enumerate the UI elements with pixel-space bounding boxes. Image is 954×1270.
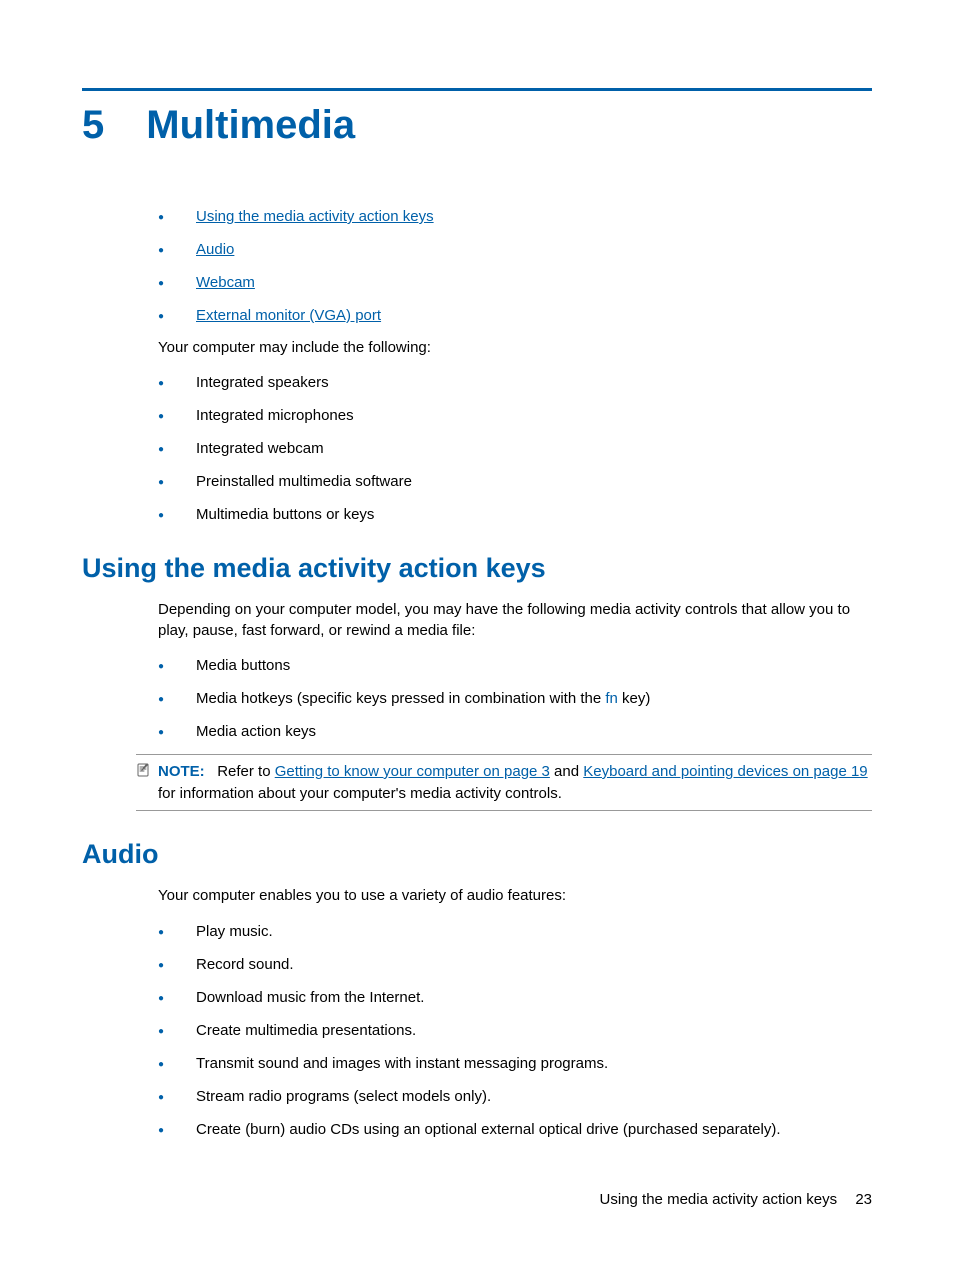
note-link-keyboard[interactable]: Keyboard and pointing devices on page 19	[583, 763, 867, 780]
bullet-icon: ●	[158, 310, 196, 324]
note-block: NOTE: Refer to Getting to know your comp…	[136, 754, 872, 812]
list-item: ●Media action keys	[158, 721, 872, 742]
list-item: ●Using the media activity action keys	[158, 206, 872, 227]
list-item: ●Preinstalled multimedia software	[158, 471, 872, 492]
intro-paragraph: Your computer may include the following:	[158, 338, 872, 358]
list-item: ●Integrated webcam	[158, 438, 872, 459]
list-item: ●Media buttons	[158, 655, 872, 676]
bullet-icon: ●	[158, 244, 196, 258]
bullet-icon: ●	[158, 377, 196, 391]
list-item: ●Stream radio programs (select models on…	[158, 1086, 872, 1107]
list-item: ●Play music.	[158, 921, 872, 942]
list-item: ●Create multimedia presentations.	[158, 1020, 872, 1041]
chapter-heading: 5 Multimedia	[82, 103, 872, 148]
bullet-icon: ●	[158, 509, 196, 523]
toc-link[interactable]: Webcam	[196, 274, 255, 291]
list-item: ●Webcam	[158, 272, 872, 293]
chapter-number: 5	[82, 103, 104, 148]
bullet-icon: ●	[158, 1058, 196, 1072]
audio-features-list: ●Play music. ●Record sound. ●Download mu…	[158, 921, 872, 1140]
list-item: ●External monitor (VGA) port	[158, 305, 872, 326]
section-heading-audio: Audio	[82, 839, 872, 870]
bullet-icon: ●	[158, 726, 196, 740]
list-item: ●Integrated speakers	[158, 372, 872, 393]
toc-link-list: ●Using the media activity action keys ●A…	[158, 206, 872, 326]
list-item: ●Media hotkeys (specific keys pressed in…	[158, 688, 872, 709]
list-item: ●Download music from the Internet.	[158, 987, 872, 1008]
intro-feature-list: ●Integrated speakers ●Integrated microph…	[158, 372, 872, 525]
bullet-icon: ●	[158, 476, 196, 490]
bullet-icon: ●	[158, 926, 196, 940]
footer-section-title: Using the media activity action keys	[600, 1191, 838, 1208]
page-footer: Using the media activity action keys 23	[600, 1191, 872, 1208]
bullet-icon: ●	[158, 1025, 196, 1039]
note-label: NOTE:	[158, 763, 205, 780]
bullet-icon: ●	[158, 1124, 196, 1138]
toc-link[interactable]: Audio	[196, 241, 234, 258]
bullet-icon: ●	[158, 660, 196, 674]
note-icon	[136, 762, 158, 806]
section2-paragraph: Your computer enables you to use a varie…	[158, 886, 872, 906]
list-item: ●Transmit sound and images with instant …	[158, 1053, 872, 1074]
media-controls-list: ●Media buttons ●Media hotkeys (specific …	[158, 655, 872, 742]
footer-page-number: 23	[855, 1191, 872, 1208]
toc-link[interactable]: Using the media activity action keys	[196, 208, 434, 225]
bullet-icon: ●	[158, 693, 196, 707]
bullet-icon: ●	[158, 410, 196, 424]
toc-link[interactable]: External monitor (VGA) port	[196, 307, 381, 324]
section1-paragraph: Depending on your computer model, you ma…	[158, 600, 872, 641]
note-link-getting-to-know[interactable]: Getting to know your computer on page 3	[275, 763, 550, 780]
list-item: ●Audio	[158, 239, 872, 260]
list-item: ●Record sound.	[158, 954, 872, 975]
bullet-icon: ●	[158, 211, 196, 225]
list-item: ●Integrated microphones	[158, 405, 872, 426]
bullet-icon: ●	[158, 959, 196, 973]
bullet-icon: ●	[158, 992, 196, 1006]
chapter-title: Multimedia	[146, 103, 355, 148]
section-heading-media-keys: Using the media activity action keys	[82, 553, 872, 584]
list-item: ●Create (burn) audio CDs using an option…	[158, 1119, 872, 1140]
fn-key-label: fn	[605, 690, 618, 707]
chapter-rule	[82, 88, 872, 91]
list-item: ●Multimedia buttons or keys	[158, 504, 872, 525]
bullet-icon: ●	[158, 443, 196, 457]
bullet-icon: ●	[158, 1091, 196, 1105]
bullet-icon: ●	[158, 277, 196, 291]
